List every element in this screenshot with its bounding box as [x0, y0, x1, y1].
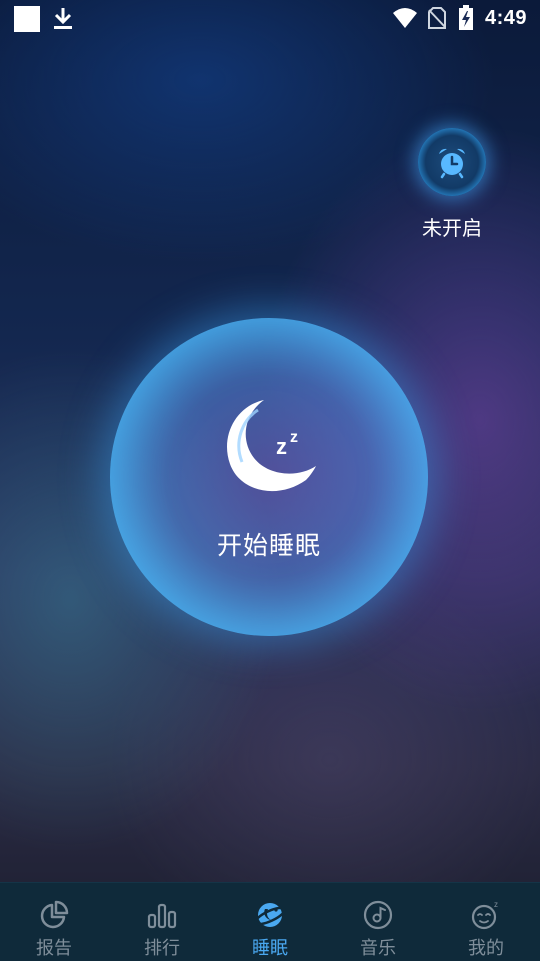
battery-charging-icon	[459, 5, 473, 30]
download-icon	[54, 8, 72, 29]
wifi-icon	[393, 8, 417, 28]
status-bar: 4:49	[0, 0, 540, 36]
nav-label-mine: 我的	[468, 938, 504, 958]
no-sim-icon	[428, 7, 446, 29]
alarm-button[interactable]	[418, 128, 486, 196]
nav-label-ranking: 排行	[144, 938, 180, 958]
bottom-nav: 报告 排行 睡眠 音乐 z 我的	[0, 882, 540, 961]
bar-chart-icon	[147, 903, 177, 929]
svg-text:z: z	[494, 900, 498, 909]
music-disc-icon	[363, 900, 393, 930]
nav-item-music[interactable]: 音乐	[324, 883, 432, 961]
moon-zzz-icon: z z	[227, 400, 316, 492]
svg-text:z: z	[276, 434, 287, 459]
nav-item-sleep[interactable]: 睡眠	[216, 883, 324, 961]
start-sleep-label: 开始睡眠	[216, 532, 321, 560]
pie-chart-icon	[40, 900, 69, 929]
nav-label-music: 音乐	[360, 938, 396, 958]
sleepy-face-icon: z	[471, 900, 498, 930]
nav-item-ranking[interactable]: 排行	[108, 883, 216, 961]
alarm-clock-icon	[439, 148, 465, 179]
status-time: 4:49	[485, 7, 528, 29]
nav-item-report[interactable]: 报告	[0, 883, 108, 961]
nav-label-report: 报告	[36, 938, 72, 958]
notification-square-icon	[14, 6, 40, 32]
alarm-status-label: 未开启	[422, 218, 482, 240]
svg-text:z: z	[290, 429, 298, 446]
nav-label-sleep: 睡眠	[252, 938, 288, 958]
nav-item-mine[interactable]: z 我的	[432, 883, 540, 961]
sleep-planet-icon	[254, 903, 286, 927]
